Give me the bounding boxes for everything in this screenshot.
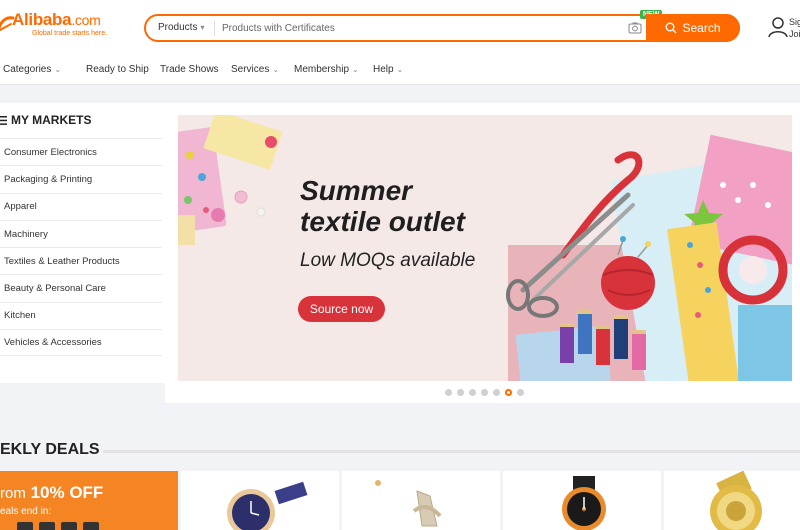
chevron-down-icon: ▾ [200,23,205,32]
chevron-down-icon: ⌄ [396,65,404,74]
deal-product-watch-gold[interactable] [664,471,800,530]
signin-link[interactable]: Sig Joi [789,16,800,40]
carousel-dot[interactable] [469,389,476,396]
promo-headline: rom 10% OFF [0,483,104,502]
ring-image [375,480,442,527]
timer-box [39,522,55,530]
deal-product-ring[interactable] [342,471,500,530]
banner-carousel: Summer textile outlet Low MOQs available… [165,103,800,403]
alibaba-logo[interactable]: Alibaba.com Global trade starts here. [0,10,130,44]
carousel-dot[interactable] [517,389,524,396]
banner-title: Summer textile outlet [300,175,465,237]
deals-row: rom 10% OFF eals end in: [0,471,800,530]
search-divider [214,21,215,36]
search-button-label: Search [682,21,721,35]
market-item-machinery[interactable]: Machinery [0,219,162,247]
timer-box [83,522,99,530]
source-now-button[interactable]: Source now [298,296,385,322]
nav-trade-shows[interactable]: Trade Shows [160,64,219,75]
deal-product-watch-black[interactable] [503,471,661,530]
market-item-apparel[interactable]: Apparel [0,192,162,220]
header: Alibaba.com Global trade starts here. Pr… [0,0,800,55]
promo-countdown-label: eals end in: [0,506,52,517]
search-button[interactable]: Search [646,14,740,42]
nav-services[interactable]: Services ⌄ [231,64,279,75]
search-category-select[interactable]: Products ▾ [158,22,204,33]
logo-tagline: Global trade starts here. [32,30,108,37]
timer-box [61,522,77,530]
markets-title: MY MARKETS [0,113,91,127]
section-divider [103,450,800,453]
nav-ready-to-ship[interactable]: Ready to Ship [86,64,149,75]
deals-promo-card[interactable]: rom 10% OFF eals end in: [0,471,178,530]
nav-membership[interactable]: Membership ⌄ [294,64,359,75]
textile-illustration [178,115,792,381]
countdown-timer [17,522,99,530]
carousel-dot-active[interactable] [505,389,512,396]
nav-categories[interactable]: Categories ⌄ [3,64,61,75]
banner-subtitle: Low MOQs available [300,250,476,271]
carousel-dot[interactable] [457,389,464,396]
chevron-down-icon: ⌄ [54,65,62,74]
carousel-dot[interactable] [481,389,488,396]
chevron-down-icon: ⌄ [352,65,359,74]
watch-image [562,476,606,530]
watch-image [710,471,762,530]
market-item-packaging-printing[interactable]: Packaging & Printing [0,165,162,192]
nav-help[interactable]: Help ⌄ [373,64,403,75]
watch-image [227,481,308,530]
market-item-textiles-leather[interactable]: Textiles & Leather Products [0,247,162,274]
camera-icon[interactable] [628,21,642,35]
weekly-deals-title: EKLY DEALS [0,441,100,458]
timer-box [17,522,33,530]
search-input[interactable] [222,19,612,38]
menu-icon [0,115,7,125]
deal-product-watch-blue[interactable] [181,471,339,530]
market-list: Consumer Electronics Packaging & Printin… [0,138,162,357]
my-markets-panel: MY MARKETS Consumer Electronics Packagin… [0,103,165,383]
chevron-down-icon: ⌄ [272,65,280,74]
search-icon [665,22,677,34]
logo-wordmark: Alibaba.com [12,10,101,29]
carousel-dots [445,389,524,396]
carousel-dot[interactable] [445,389,452,396]
carousel-dot[interactable] [493,389,500,396]
market-item-beauty-personal-care[interactable]: Beauty & Personal Care [0,274,162,301]
top-nav: Categories ⌄ Ready to Ship Trade Shows Se… [0,55,800,85]
search-bar: Products▾ NEW Search [144,10,740,42]
market-item-vehicles-accessories[interactable]: Vehicles & Accessories [0,329,162,357]
market-item-kitchen[interactable]: Kitchen [0,301,162,329]
market-item-consumer-electronics[interactable]: Consumer Electronics [0,138,162,165]
banner-slide[interactable]: Summer textile outlet Low MOQs available… [178,115,792,381]
user-icon[interactable] [767,16,789,38]
